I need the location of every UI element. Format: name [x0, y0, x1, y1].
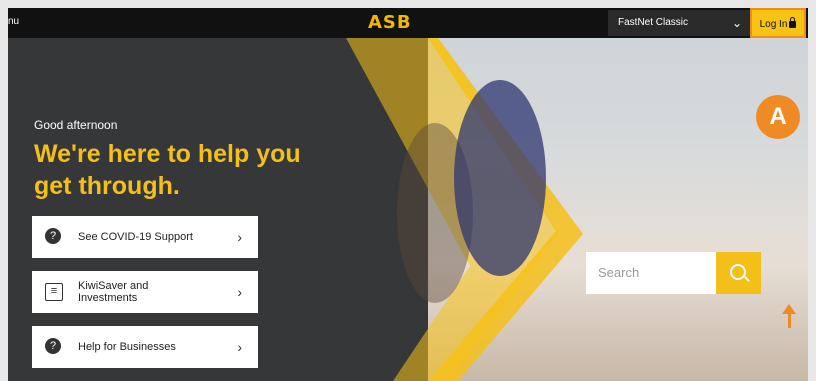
fastnet-classic-dropdown[interactable]: FastNet Classic ⌄ — [608, 10, 750, 36]
menu-button[interactable]: nu — [8, 16, 19, 27]
document-icon: ≡ — [45, 283, 63, 301]
search-button[interactable] — [716, 252, 761, 294]
lock-icon — [789, 17, 797, 28]
up-arrow-icon — [781, 304, 797, 330]
covid-support-link[interactable]: ? See COVID-19 Support › — [32, 216, 258, 258]
search-icon — [730, 264, 746, 280]
question-circle-icon: ? — [45, 338, 61, 354]
annotation-marker-a: A — [756, 95, 800, 139]
card-label: KiwiSaver and Investments — [78, 280, 149, 304]
browser-viewport: nu ASB FastNet Classic ⌄ Log In Good aft… — [8, 8, 808, 381]
chevron-down-icon: ⌄ — [731, 16, 742, 30]
search-box[interactable]: Search — [586, 252, 761, 294]
search-input[interactable]: Search — [598, 265, 639, 280]
login-button[interactable]: Log In — [750, 8, 806, 38]
chevron-right-icon: › — [237, 339, 242, 355]
login-label: Log In — [759, 19, 788, 30]
fastnet-label: FastNet Classic — [618, 17, 689, 28]
kiwisaver-investments-link[interactable]: ≡ KiwiSaver and Investments › — [32, 271, 258, 313]
hero-headline: We're here to help you get through. — [34, 140, 301, 200]
chevron-right-icon: › — [237, 284, 242, 300]
hero-banner: Good afternoon We're here to help you ge… — [8, 38, 808, 381]
top-navigation-bar: nu ASB FastNet Classic ⌄ Log In — [8, 8, 808, 38]
card-label: Help for Businesses — [78, 341, 176, 353]
card-label: See COVID-19 Support — [78, 231, 193, 243]
help-for-businesses-link[interactable]: ? Help for Businesses › — [32, 326, 258, 368]
asb-logo[interactable]: ASB — [368, 12, 412, 33]
greeting-text: Good afternoon — [34, 118, 118, 132]
question-circle-icon: ? — [45, 228, 61, 244]
chevron-right-icon: › — [237, 229, 242, 245]
